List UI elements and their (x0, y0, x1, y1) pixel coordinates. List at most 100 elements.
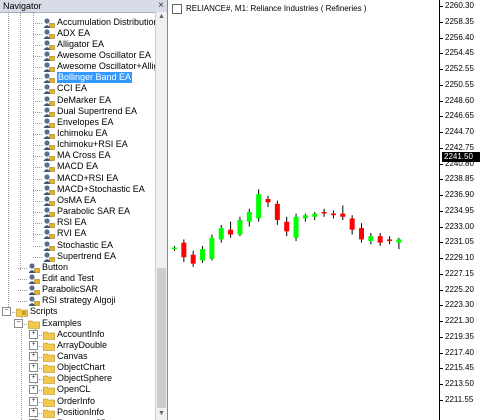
expert-advisor-icon (43, 162, 55, 173)
tree-item-ea[interactable]: OsMA EA (0, 195, 155, 206)
tree-item-ea[interactable]: MA Cross EA (0, 150, 155, 162)
tree-item-expert[interactable]: RSI strategy Algoji (0, 295, 155, 307)
folder-icon (43, 387, 55, 396)
navigator-panel: Navigator × Accumulation Distribution EA… (0, 0, 168, 420)
expand-toggle-icon[interactable]: − (2, 307, 11, 317)
tree-item-ea[interactable]: Alligator EA (0, 39, 155, 50)
tree-item-ea[interactable]: Awesome Oscillator EA (0, 50, 155, 61)
tree-item-example-folder[interactable]: + ArrayDouble (0, 340, 155, 351)
tree-item-example-folder[interactable]: + OpenCL (0, 384, 155, 396)
price-tick (440, 53, 443, 55)
tree-item-ea[interactable]: DeMarker EA (0, 95, 155, 106)
tree-item-ea[interactable]: RVI EA (0, 228, 155, 240)
close-icon[interactable]: × (158, 0, 164, 11)
expert-advisor-icon (43, 207, 55, 218)
expand-toggle-icon[interactable]: + (29, 352, 38, 361)
candle-body (237, 220, 243, 235)
price-tick (440, 100, 443, 102)
tree-item-ea[interactable]: Ichimoku EA (0, 128, 155, 139)
price-tick (440, 84, 443, 86)
candle-body (172, 247, 177, 250)
expand-toggle-icon[interactable]: + (29, 407, 38, 417)
candle-body (340, 213, 346, 217)
price-label: 2227.15 (445, 268, 474, 278)
candle-body (293, 216, 299, 238)
scroll-down-icon[interactable]: ▼ (158, 410, 165, 417)
expand-toggle-icon[interactable]: + (29, 340, 38, 350)
tree-item-ea[interactable]: RSI EA (0, 217, 155, 229)
tree-item-label: Canvas (57, 351, 88, 361)
scripts-folder-icon (16, 309, 28, 318)
tree-item-ea[interactable]: Envelopes EA (0, 117, 155, 128)
tree-item-example-folder[interactable]: + Canvas (0, 351, 155, 362)
tree-connector (33, 200, 42, 202)
tree-item-examples[interactable]: − Examples (0, 318, 155, 329)
tree-item-ea[interactable]: CCI EA (0, 83, 155, 95)
price-label: 2240.80 (445, 158, 474, 168)
price-tick (440, 195, 443, 196)
price-label: 2258.35 (445, 16, 474, 26)
expand-toggle-icon[interactable]: + (29, 396, 38, 406)
scrollbar-thumb[interactable] (157, 268, 166, 408)
expand-toggle-icon[interactable]: + (29, 363, 38, 373)
folder-icon (43, 409, 55, 418)
navigator-scrollbar[interactable]: ▲ ▼ (155, 12, 167, 420)
tree-item-label: Ichimoku+RSI EA (57, 139, 128, 150)
expand-toggle-icon[interactable]: − (14, 318, 23, 328)
tree-item-ea[interactable]: Bollinger Band EA (0, 72, 155, 84)
tree-item-ea[interactable]: Supertrend EA (0, 251, 155, 262)
tree-item-ea[interactable]: Parabolic SAR EA (0, 206, 155, 218)
price-label: 2231.05 (445, 237, 474, 247)
tree-item-label: Ichimoku EA (57, 128, 108, 138)
tree-item-example-folder[interactable]: + PositionInfo (0, 407, 155, 418)
expert-advisor-icon (43, 129, 55, 139)
tree-item-ea[interactable]: Stochastic EA (0, 240, 155, 251)
tree-item-label: Edit and Test (42, 272, 94, 283)
tree-connector (33, 33, 42, 35)
tree-item-label: DeMarker EA (57, 94, 112, 105)
price-label: 2256.40 (445, 32, 474, 42)
expert-advisor-icon (43, 240, 55, 251)
tree-item-label: RVI EA (57, 228, 87, 239)
candle-body (396, 239, 402, 243)
tree-item-example-folder[interactable]: + ObjectChart (0, 362, 155, 373)
tree-item-example-folder[interactable]: + AccountInfo (0, 329, 155, 340)
tree-item-example-folder[interactable]: + OrderInfo (0, 396, 155, 407)
tree-item-label: MACD+Stochastic EA (57, 183, 145, 194)
price-tick (440, 273, 443, 275)
tree-connector (33, 44, 42, 46)
scroll-up-icon[interactable]: ▲ (158, 13, 165, 20)
tree-item-expert[interactable]: ParabolicSAR (0, 284, 155, 296)
tree-item-label: Stochastic EA (57, 239, 114, 250)
expert-advisor-icon (43, 40, 55, 50)
tree-item-ea[interactable]: Accumulation Distribution EA (0, 17, 155, 28)
price-tick (440, 321, 443, 322)
expand-toggle-icon[interactable]: + (29, 329, 38, 339)
tree-item-expert[interactable]: Button (0, 262, 155, 273)
price-axis[interactable]: 2241.50 2260.30 2258.35 2256.40 2254.45 2252… (439, 0, 480, 420)
chart-window[interactable]: RELIANCE#, M1: Reliance Industries ( Ref… (168, 0, 480, 420)
tree-item-ea[interactable]: MACD EA (0, 161, 155, 173)
tree-item-scripts[interactable]: − Scripts (0, 306, 155, 318)
price-tick (440, 179, 443, 181)
tree-item-ea[interactable]: MACD+RSI EA (0, 173, 155, 184)
tree-item-example-folder[interactable]: + ObjectSphere (0, 373, 155, 385)
expand-toggle-icon[interactable]: + (29, 374, 38, 384)
folder-icon (43, 331, 55, 340)
expert-advisor-icon (43, 51, 55, 61)
expand-toggle-icon[interactable]: + (29, 385, 38, 395)
tree-item-ea[interactable]: Ichimoku+RSI EA (0, 139, 155, 151)
tree-item-ea[interactable]: ADX EA (0, 28, 155, 39)
tree-item-expert[interactable]: Edit and Test (0, 273, 155, 284)
tree-item-ea[interactable]: Dual Supertrend EA (0, 106, 155, 117)
price-tick (440, 37, 443, 39)
price-tick (440, 384, 443, 385)
tree-item-ea[interactable]: Awesome Oscillator+Alligator (0, 61, 155, 73)
tree-item-ea[interactable]: MACD+Stochastic EA (0, 184, 155, 195)
tree-item-label: OrderInfo (57, 395, 96, 406)
candlestick-plot[interactable] (168, 0, 439, 420)
expert-advisor-icon (43, 17, 55, 28)
tree-connector (33, 223, 42, 225)
candle-body (274, 203, 280, 221)
tree-item-label: Awesome Oscillator+Alligator (57, 61, 155, 72)
